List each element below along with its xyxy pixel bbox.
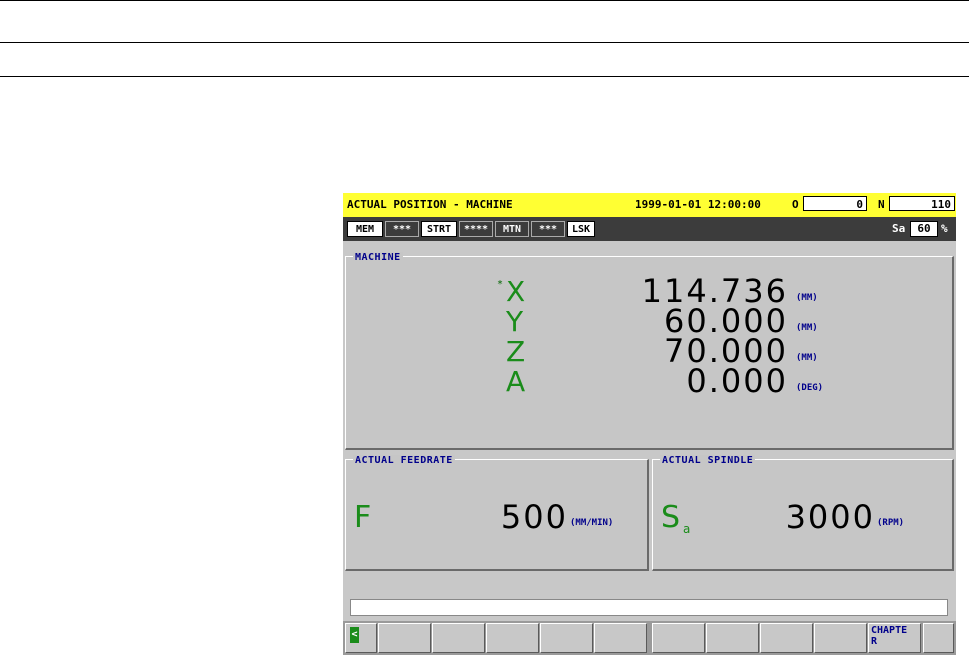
machine-panel-title: MACHINE <box>353 252 403 263</box>
top-rule-3 <box>0 76 969 77</box>
softkey-right[interactable] <box>923 623 954 653</box>
percent-sign: % <box>941 222 948 235</box>
feedrate-panel-title: ACTUAL FEEDRATE <box>353 455 455 466</box>
softkey-7[interactable] <box>706 623 759 653</box>
softkey-5[interactable] <box>594 623 647 653</box>
axis-name: Z <box>506 335 526 368</box>
o-number-value: 0 <box>803 196 867 211</box>
status-slot-2: **** <box>459 221 493 237</box>
axis-unit: (MM) <box>796 323 818 333</box>
top-rule-1 <box>0 0 969 1</box>
spindle-panel: ACTUAL SPINDLE S a 3000 (RPM) <box>652 455 954 571</box>
softkey-8[interactable] <box>760 623 813 653</box>
status-slot-1: *** <box>385 221 419 237</box>
feedrate-unit: (MM/MIN) <box>570 518 614 528</box>
spindle-subscript: a <box>683 522 691 536</box>
axis-unit: (MM) <box>796 293 818 303</box>
n-number-value: 110 <box>889 196 955 211</box>
status-bar: MEM *** STRT **** MTN *** LSK Sa 60 % <box>343 217 956 241</box>
status-mode: MEM <box>347 221 383 237</box>
spindle-letter: S <box>661 500 681 535</box>
axis-name: X <box>506 275 526 308</box>
axis-unit: (MM) <box>796 353 818 363</box>
spindle-unit: (RPM) <box>877 518 905 528</box>
chevron-left-icon: < <box>350 627 359 643</box>
softkey-3[interactable] <box>486 623 539 653</box>
machine-position-panel: MACHINE * X 114.736 (MM) Y 60.000 (MM) Z… <box>345 252 954 450</box>
feedrate-panel: ACTUAL FEEDRATE F 500 (MM/MIN) <box>345 455 649 571</box>
softkey-4[interactable] <box>540 623 593 653</box>
title-bar: ACTUAL POSITION - MACHINE 1999-01-01 12:… <box>343 193 956 217</box>
status-slot-3: *** <box>531 221 565 237</box>
status-lsk: LSK <box>567 221 595 237</box>
axis-row: A 0.000 (DEG) <box>346 364 946 399</box>
key-input-line[interactable] <box>350 599 948 616</box>
softkey-9[interactable] <box>814 623 867 653</box>
cnc-screen: ACTUAL POSITION - MACHINE 1999-01-01 12:… <box>343 193 956 655</box>
spindle-value: 3000 <box>785 498 875 536</box>
status-run: STRT <box>421 221 457 237</box>
screen-title: ACTUAL POSITION - MACHINE <box>347 198 513 211</box>
softkey-left-arrow[interactable]: < <box>345 623 377 653</box>
status-motion: MTN <box>495 221 529 237</box>
softkey-1[interactable] <box>378 623 431 653</box>
softkey-chapter[interactable]: CHAPTE R <box>868 623 921 653</box>
spindle-override-value: 60 <box>910 221 938 237</box>
datetime: 1999-01-01 12:00:00 <box>635 198 761 211</box>
selected-axis-marker: * <box>497 279 504 290</box>
n-number-label: N <box>878 198 885 211</box>
axis-name: Y <box>506 305 524 338</box>
softkey-bar: < CHAPTE R <box>343 621 956 655</box>
feedrate-letter: F <box>354 500 372 535</box>
spindle-panel-title: ACTUAL SPINDLE <box>660 455 756 466</box>
o-number-label: O <box>792 198 799 211</box>
top-rule-2 <box>0 42 969 43</box>
softkey-6[interactable] <box>652 623 705 653</box>
spindle-override-label: Sa <box>892 222 906 235</box>
feedrate-value: 500 <box>500 498 568 536</box>
softkey-2[interactable] <box>432 623 485 653</box>
axis-unit: (DEG) <box>796 383 824 393</box>
axis-value: 0.000 <box>686 362 788 400</box>
axis-name: A <box>506 365 526 398</box>
